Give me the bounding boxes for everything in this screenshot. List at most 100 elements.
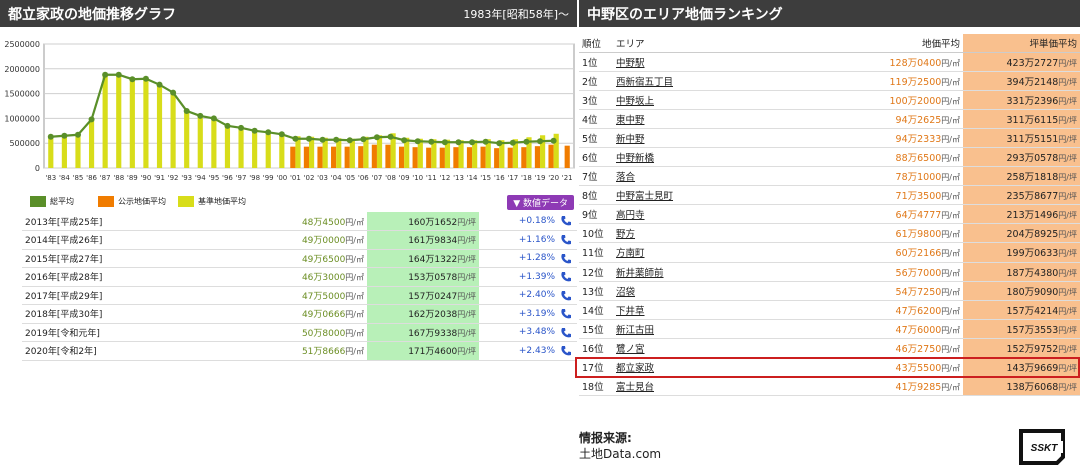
area-cell: 西新宿五丁目 <box>613 71 861 91</box>
koji-bar <box>426 147 432 168</box>
x-tick-label: '99 <box>263 174 274 182</box>
price-cell: 54万7250円/㎡ <box>861 281 963 301</box>
x-tick-label: '18 <box>521 174 532 182</box>
ranking-row: 13位 沼袋 54万7250円/㎡ 180万9090円/坪 <box>579 281 1080 301</box>
x-tick-label: '98 <box>249 174 260 182</box>
x-tick-label: '14 <box>467 174 478 182</box>
area-cell: 新中野 <box>613 128 861 148</box>
phone-icon[interactable] <box>560 271 572 283</box>
area-link[interactable]: 下井草 <box>616 306 645 317</box>
ranking-row: 7位 落合 78万1000円/㎡ 258万1818円/坪 <box>579 166 1080 187</box>
total-point <box>333 136 340 143</box>
x-tick-label: '07 <box>372 174 383 182</box>
total-point <box>360 136 367 143</box>
phone-icon[interactable] <box>560 253 572 265</box>
area-link[interactable]: 落合 <box>616 172 635 183</box>
area-link[interactable]: 中野駅 <box>616 58 645 69</box>
numeric-data-tab[interactable]: ▼ 数値データ <box>507 195 574 210</box>
area-link[interactable]: 中野新橋 <box>616 153 654 164</box>
area-link[interactable]: 鷺ノ宮 <box>616 344 645 355</box>
area-link[interactable]: 沼袋 <box>616 287 635 298</box>
x-tick-label: '04 <box>331 174 342 182</box>
change-cell: +1.39% <box>479 267 577 287</box>
chart-legend: 総平均 公示地価平均 基準地価平均 ▼ 数値データ <box>22 195 577 210</box>
total-point <box>306 135 312 142</box>
total-point <box>482 138 489 145</box>
area-link[interactable]: 高円寺 <box>616 210 645 221</box>
price-cell: 43万5500円/㎡ <box>861 357 963 378</box>
year-row: 2016年[平成28年] 46万3000円/㎡ 153万0578円/坪 +1.39% <box>22 267 577 287</box>
year-cell: 2018年[平成30年] <box>22 304 132 324</box>
x-tick-label: '97 <box>236 174 247 182</box>
x-tick-label: '02 <box>304 174 315 182</box>
col-tsubo: 坪単価平均 <box>963 34 1080 53</box>
rank-cell: 2位 <box>579 71 613 91</box>
phone-icon[interactable] <box>560 345 572 357</box>
year-cell: 2017年[平成29年] <box>22 286 132 305</box>
x-tick-label: '01 <box>290 174 301 182</box>
price-cell: 56万7000円/㎡ <box>861 262 963 282</box>
koji-bar <box>331 146 337 168</box>
y-tick-label: 2500000 <box>4 40 40 49</box>
tsubo-cell: 157万0247円/坪 <box>367 286 479 305</box>
y-tick-label: 500000 <box>9 139 40 148</box>
phone-icon[interactable] <box>560 290 572 302</box>
kijun-bar <box>184 110 190 168</box>
x-tick-label: '87 <box>100 174 111 182</box>
koji-bar <box>412 147 418 168</box>
price-cell: 71万3500円/㎡ <box>861 185 963 206</box>
ranking-row: 17位 都立家政 43万5500円/㎡ 143万9669円/坪 <box>579 357 1080 378</box>
legend-label-kijun: 基準地価平均 <box>198 197 246 206</box>
x-tick-label: '10 <box>412 174 423 182</box>
rank-cell: 10位 <box>579 223 613 244</box>
koji-bar <box>521 147 527 168</box>
area-link[interactable]: 都立家政 <box>616 363 654 374</box>
area-link[interactable]: 新江古田 <box>616 325 654 336</box>
price-cell: 78万1000円/㎡ <box>861 166 963 187</box>
year-row: 2018年[平成30年] 49万0666円/㎡ 162万2038円/坪 +3.19% <box>22 304 577 324</box>
phone-icon[interactable] <box>560 327 572 339</box>
tsubo-cell: 152万9752円/坪 <box>963 338 1080 359</box>
x-tick-label: '84 <box>59 174 70 182</box>
x-tick-label: '94 <box>195 174 206 182</box>
rank-cell: 11位 <box>579 242 613 263</box>
area-link[interactable]: 方南町 <box>616 248 645 259</box>
kijun-bar <box>48 136 54 168</box>
phone-icon[interactable] <box>560 234 572 246</box>
area-link[interactable]: 東中野 <box>616 115 645 126</box>
phone-icon[interactable] <box>560 215 572 227</box>
phone-icon[interactable] <box>560 308 572 320</box>
price-cell: 128万0400円/㎡ <box>861 52 963 72</box>
ranking-row: 10位 野方 61万9800円/㎡ 204万8925円/坪 <box>579 223 1080 244</box>
x-tick-label: '03 <box>317 174 328 182</box>
source-label: 情报来源: <box>579 431 632 445</box>
year-row: 2020年[令和2年] 51万8666円/㎡ 171万4600円/坪 +2.43% <box>22 341 577 361</box>
year-cell: 2020年[令和2年] <box>22 341 132 361</box>
legend-item-kijun: 基準地価平均 <box>178 196 246 207</box>
total-point <box>129 76 136 83</box>
area-link[interactable]: 野方 <box>616 229 635 240</box>
area-link[interactable]: 富士見台 <box>616 382 654 393</box>
area-link[interactable]: 中野坂上 <box>616 96 654 107</box>
area-link[interactable]: 西新宿五丁目 <box>616 77 673 88</box>
tsubo-cell: 423万2727円/坪 <box>963 52 1080 72</box>
area-link[interactable]: 中野富士見町 <box>616 191 673 202</box>
area-link[interactable]: 新中野 <box>616 134 645 145</box>
kijun-bar <box>75 134 81 168</box>
price-cell: 61万9800円/㎡ <box>861 223 963 244</box>
total-point <box>414 138 421 145</box>
total-point <box>428 138 435 145</box>
year-cell: 2014年[平成26年] <box>22 230 132 250</box>
area-cell: 鷺ノ宮 <box>613 338 861 359</box>
x-tick-label: '05 <box>344 174 355 182</box>
tsubo-cell: 160万1652円/坪 <box>367 212 479 231</box>
total-point <box>387 133 394 140</box>
x-tick-label: '15 <box>480 174 491 182</box>
ranking-row: 5位 新中野 94万2333円/㎡ 311万5151円/坪 <box>579 128 1080 148</box>
x-tick-label: '16 <box>494 174 505 182</box>
year-row: 2013年[平成25年] 48万4500円/㎡ 160万1652円/坪 +0.18% <box>22 212 577 231</box>
legend-item-total: 総平均 <box>30 196 74 207</box>
x-tick-label: '09 <box>399 174 410 182</box>
area-link[interactable]: 新井薬師前 <box>616 268 664 279</box>
kijun-bar <box>224 125 231 168</box>
